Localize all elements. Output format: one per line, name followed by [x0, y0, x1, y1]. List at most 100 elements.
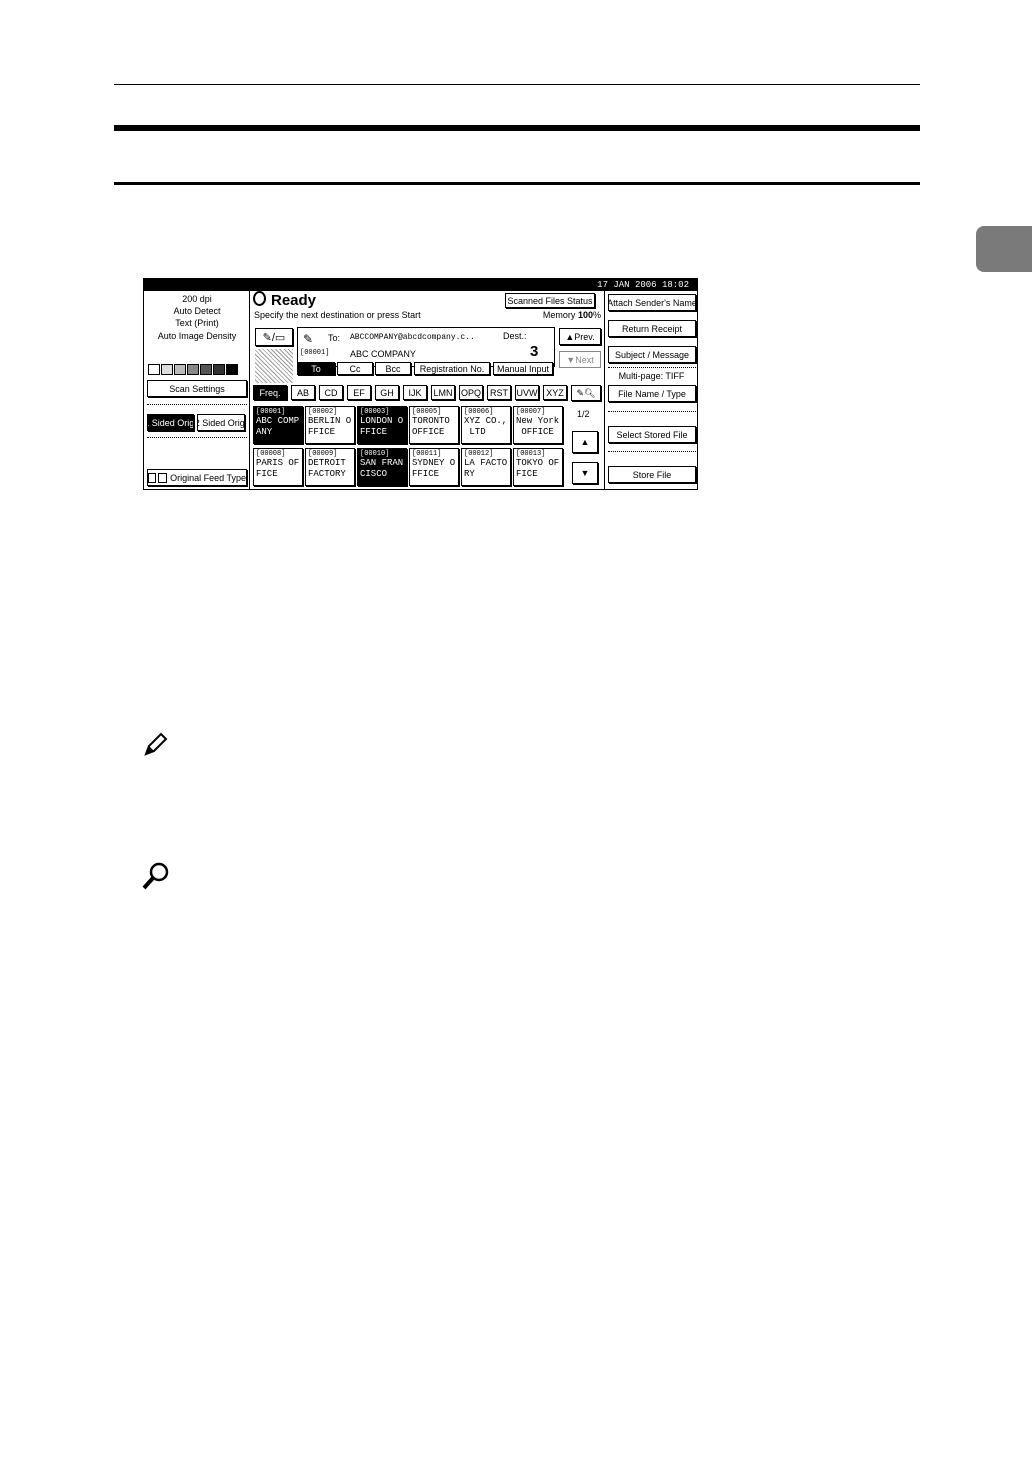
destination-entry[interactable]: [00003] LONDON O FFICE [357, 406, 407, 444]
destination-entry[interactable]: [00006] XYZ CO., LTD [461, 406, 511, 444]
original-feed-type-label: Original Feed Type [170, 472, 246, 483]
chevron-up-icon: ▲ [580, 437, 590, 447]
registration-no-button[interactable]: Registration No. [414, 362, 490, 375]
auto-detect-text: Auto Detect [173, 306, 221, 316]
entry-line2: OFFICE [412, 427, 445, 437]
scroll-up-button[interactable]: ▲ [572, 431, 598, 453]
search-destination-button[interactable]: ✎🔍︎ [571, 385, 601, 401]
divider [608, 451, 696, 452]
next-button[interactable]: ▼ Next [559, 351, 601, 368]
destination-address: ABCCOMPANY@abcdcompany.c.. [350, 333, 475, 342]
to-label: To: [328, 333, 341, 343]
index-tab-rst[interactable]: RST [487, 385, 511, 400]
index-tab-ab[interactable]: AB [291, 385, 315, 400]
cc-button[interactable]: Cc [337, 362, 373, 375]
destination-entry[interactable]: [00013] TOKYO OF FICE [513, 448, 563, 486]
reference-icon [142, 862, 169, 890]
original-feed-type-button[interactable]: Original Feed Type [147, 469, 247, 486]
entry-line2: CISCO [360, 469, 388, 479]
entry-line1: XYZ CO., [464, 416, 508, 426]
entry-line1: New York [516, 416, 560, 426]
scan-settings-column: 200 dpi Auto Detect Text (Print) Auto Im… [144, 291, 250, 489]
scan-settings-button[interactable]: Scan Settings [147, 380, 247, 397]
entry-line1: PARIS OF [256, 458, 300, 468]
store-file-button[interactable]: Store File [608, 466, 696, 483]
entry-line1: ABC COMP [256, 416, 300, 426]
entry-line1: BERLIN O [308, 416, 352, 426]
title-rule-top [114, 125, 920, 131]
entry-line1: TOKYO OF [516, 458, 560, 468]
destination-entry[interactable]: [00008] PARIS OF FICE [253, 448, 303, 486]
scroll-down-button[interactable]: ▼ [572, 462, 598, 484]
memory-unit: % [592, 310, 601, 320]
subject-message-button[interactable]: Subject / Message [608, 346, 696, 363]
entry-id: [00011] [412, 450, 442, 458]
resolution-text: 200 dpi [182, 294, 212, 304]
density-scale[interactable] [148, 364, 238, 375]
index-tabs: Freq. AB CD EF GH IJK LMN OPQ RST UVW XYZ [253, 385, 603, 401]
entry-line1: LA FACTO [464, 458, 508, 468]
return-receipt-button[interactable]: Return Receipt [608, 320, 696, 337]
prev-button[interactable]: ▲ Prev. [559, 328, 601, 345]
entry-id: [00008] [256, 450, 286, 458]
triangle-down-icon: ▼ [566, 354, 576, 365]
entry-line2: LTD [464, 427, 486, 437]
switch-mode-button[interactable]: ✎/▭ [255, 328, 293, 346]
entry-line1: SYDNEY O [412, 458, 456, 468]
entry-id: [00009] [308, 450, 338, 458]
one-sided-button[interactable]: 1 Sided Orig. [147, 414, 194, 431]
destination-entry[interactable]: [00009] DETROIT FACTORY [305, 448, 355, 486]
two-sided-button[interactable]: 2 Sided Orig. [197, 414, 245, 431]
hint-text: Specify the next destination or press St… [254, 310, 421, 320]
scanner-panel: 17 JAN 2006 18:02 200 dpi Auto Detect Te… [143, 278, 698, 490]
feed-type-icon [148, 472, 157, 483]
ready-label: Ready [271, 292, 317, 309]
bcc-button[interactable]: Bcc [375, 362, 411, 375]
to-button[interactable]: To [297, 362, 335, 375]
destination-entry[interactable]: [00002] BERLIN O FFICE [305, 406, 355, 444]
index-tab-gh[interactable]: GH [375, 385, 399, 400]
options-column: Attach Sender's Name Return Receipt Subj… [604, 291, 697, 489]
index-tab-ef[interactable]: EF [347, 385, 371, 400]
attach-sender-name-button[interactable]: Attach Sender's Name [608, 294, 696, 311]
entry-id: [00013] [516, 450, 546, 458]
next-label: Next [575, 354, 594, 365]
search-icon: ✎🔍︎ [576, 387, 596, 398]
scanned-files-status-button[interactable]: Scanned Files Status [505, 293, 595, 308]
destination-entry[interactable]: [00001] ABC COMP ANY [253, 406, 303, 444]
entry-id: [00003] [360, 408, 390, 416]
entry-line1: SAN FRAN [360, 458, 404, 468]
index-tab-freq[interactable]: Freq. [253, 385, 287, 400]
entry-id: [00012] [464, 450, 494, 458]
title-rule-bottom [114, 182, 920, 185]
manual-input-button[interactable]: Manual Input [493, 362, 553, 375]
memory-label: Memory [542, 310, 576, 320]
index-tab-opq[interactable]: OPQ [459, 385, 483, 400]
header-rule [114, 84, 920, 85]
memory-indicator: Memory 100% [543, 310, 601, 320]
page-indicator: 1/2 [577, 409, 590, 419]
multipage-label: Multi-page: TIFF [618, 371, 685, 381]
index-tab-xyz[interactable]: XYZ [543, 385, 567, 400]
index-tab-cd[interactable]: CD [319, 385, 343, 400]
entry-line2: FFICE [360, 427, 388, 437]
hatched-area [255, 349, 293, 383]
entry-id: [00005] [412, 408, 442, 416]
index-tab-uvw[interactable]: UVW [515, 385, 539, 400]
file-name-type-button[interactable]: File Name / Type [608, 385, 696, 402]
destination-entry[interactable]: [00005] TORONTO OFFICE [409, 406, 459, 444]
entry-id: [00007] [516, 408, 546, 416]
destination-entry[interactable]: [00012] LA FACTO RY [461, 448, 511, 486]
dest-count: 3 [530, 343, 539, 360]
index-tab-ijk[interactable]: IJK [403, 385, 427, 400]
entry-id: [00010] [360, 450, 390, 458]
destination-entry[interactable]: [00007] New York OFFICE [513, 406, 563, 444]
index-tab-lmn[interactable]: LMN [431, 385, 455, 400]
entry-line2: FFICE [412, 469, 440, 479]
destination-entry[interactable]: [00011] SYDNEY O FFICE [409, 448, 459, 486]
destination-entry[interactable]: [00010] SAN FRAN CISCO [357, 448, 407, 486]
select-stored-file-button[interactable]: Select Stored File [608, 426, 696, 443]
status-bar: 17 JAN 2006 18:02 [144, 279, 697, 291]
triangle-up-icon: ▲ [565, 331, 575, 342]
destination-column: Ready Specify the next destination or pr… [251, 291, 603, 489]
